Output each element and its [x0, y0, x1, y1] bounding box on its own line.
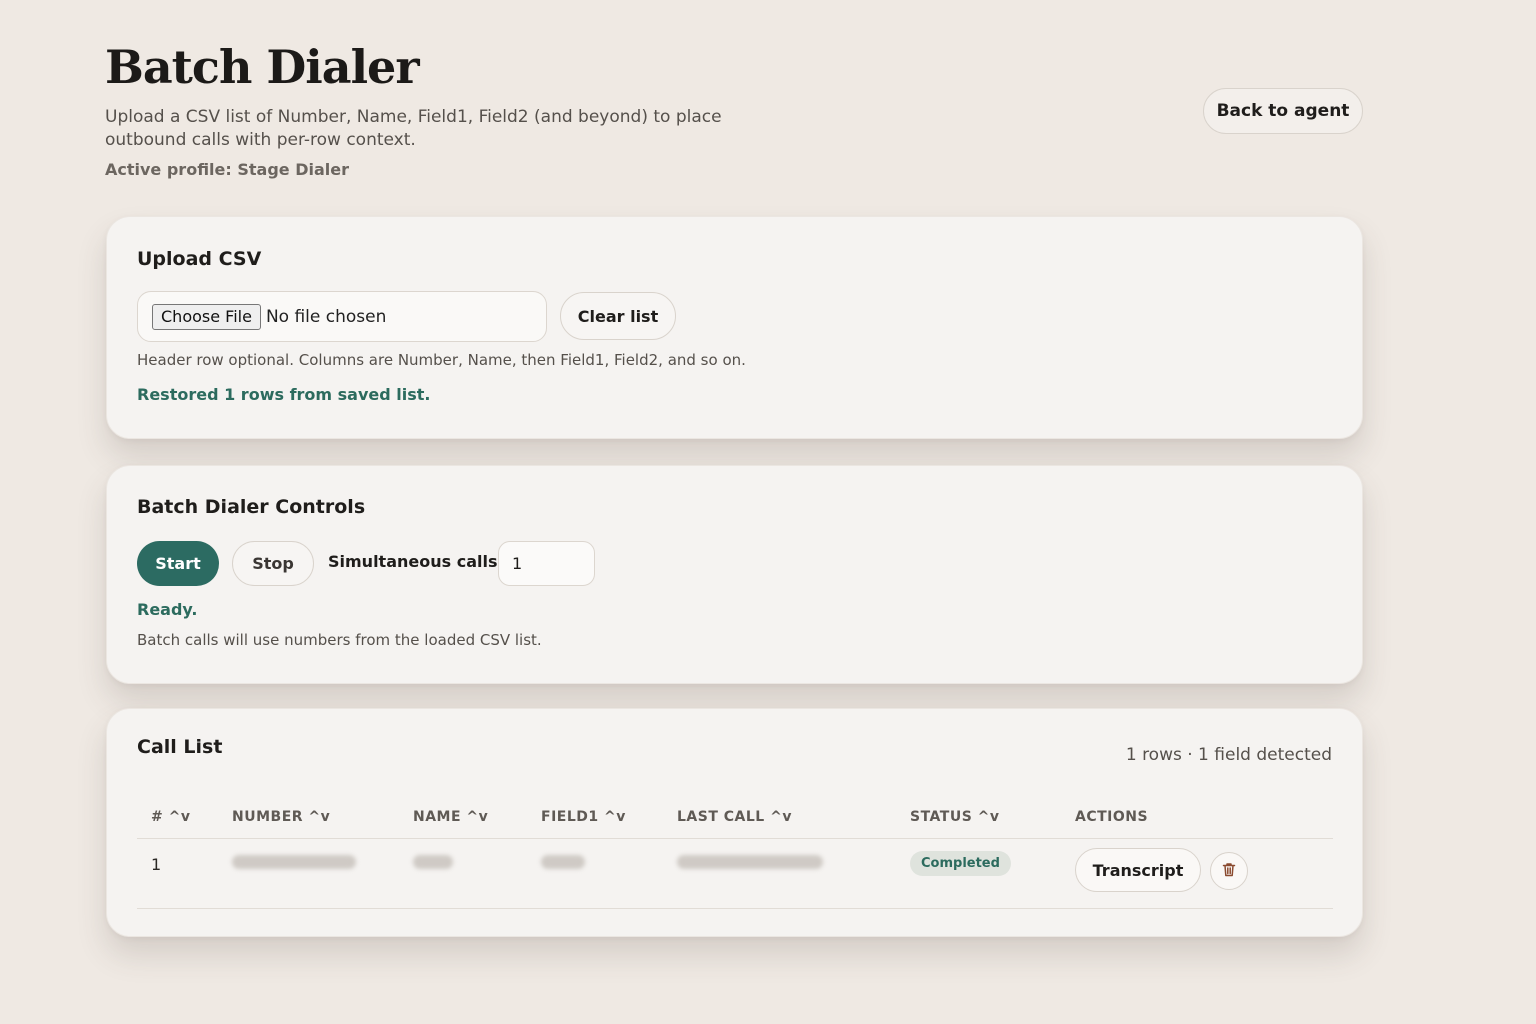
- column-header-number[interactable]: NUMBER ^v: [232, 809, 330, 825]
- controls-title: Batch Dialer Controls: [137, 496, 366, 518]
- redacted-field1: [541, 855, 585, 869]
- column-header-actions: ACTIONS: [1075, 809, 1149, 825]
- column-header-field1[interactable]: FIELD1 ^v: [541, 809, 626, 825]
- upload-help-text: Header row optional. Columns are Number,…: [137, 351, 746, 369]
- row-index: 1: [151, 855, 162, 874]
- batch-dialer-controls-card: Batch Dialer Controls Start Stop Simulta…: [106, 465, 1363, 684]
- status-badge: Completed: [910, 851, 1011, 876]
- table-header: # ^v NUMBER ^v NAME ^v FIELD1 ^v LAST CA…: [137, 809, 1333, 839]
- column-header-index[interactable]: # ^v: [151, 809, 190, 825]
- start-button[interactable]: Start: [137, 541, 219, 586]
- redacted-name: [413, 855, 453, 869]
- stop-button[interactable]: Stop: [232, 541, 314, 586]
- rows-detected-summary: 1 rows · 1 field detected: [1125, 745, 1332, 765]
- no-file-chosen-text: No file chosen: [265, 306, 387, 327]
- table-row: 1 Completed Transcript: [137, 839, 1333, 909]
- call-list-card: Call List 1 rows · 1 field detected # ^v…: [106, 708, 1363, 937]
- column-header-status[interactable]: STATUS ^v: [910, 809, 1000, 825]
- call-list-title: Call List: [137, 736, 223, 758]
- page-title: Batch Dialer: [105, 40, 420, 94]
- back-to-agent-button[interactable]: Back to agent: [1203, 88, 1363, 134]
- upload-csv-title: Upload CSV: [137, 248, 262, 270]
- controls-help-text: Batch calls will use numbers from the lo…: [137, 631, 542, 649]
- file-input[interactable]: Choose File No file chosen: [137, 291, 547, 342]
- redacted-last-call: [677, 855, 823, 869]
- upload-status-message: Restored 1 rows from saved list.: [137, 385, 431, 404]
- simultaneous-calls-label: Simultaneous calls: [328, 552, 498, 571]
- upload-csv-card: Upload CSV Choose File No file chosen Cl…: [106, 216, 1363, 439]
- clear-list-button[interactable]: Clear list: [560, 292, 676, 340]
- simultaneous-calls-input[interactable]: 1: [498, 541, 595, 586]
- controls-status-message: Ready.: [137, 600, 198, 619]
- delete-row-button[interactable]: [1210, 852, 1248, 890]
- active-profile-label: Active profile: Stage Dialer: [105, 160, 349, 179]
- redacted-number: [232, 855, 356, 869]
- transcript-button[interactable]: Transcript: [1075, 848, 1201, 892]
- choose-file-button[interactable]: Choose File: [152, 303, 261, 330]
- column-header-last-call[interactable]: LAST CALL ^v: [677, 809, 792, 825]
- column-header-name[interactable]: NAME ^v: [413, 809, 488, 825]
- trash-icon: [1222, 862, 1236, 881]
- page-subtitle: Upload a CSV list of Number, Name, Field…: [105, 107, 722, 150]
